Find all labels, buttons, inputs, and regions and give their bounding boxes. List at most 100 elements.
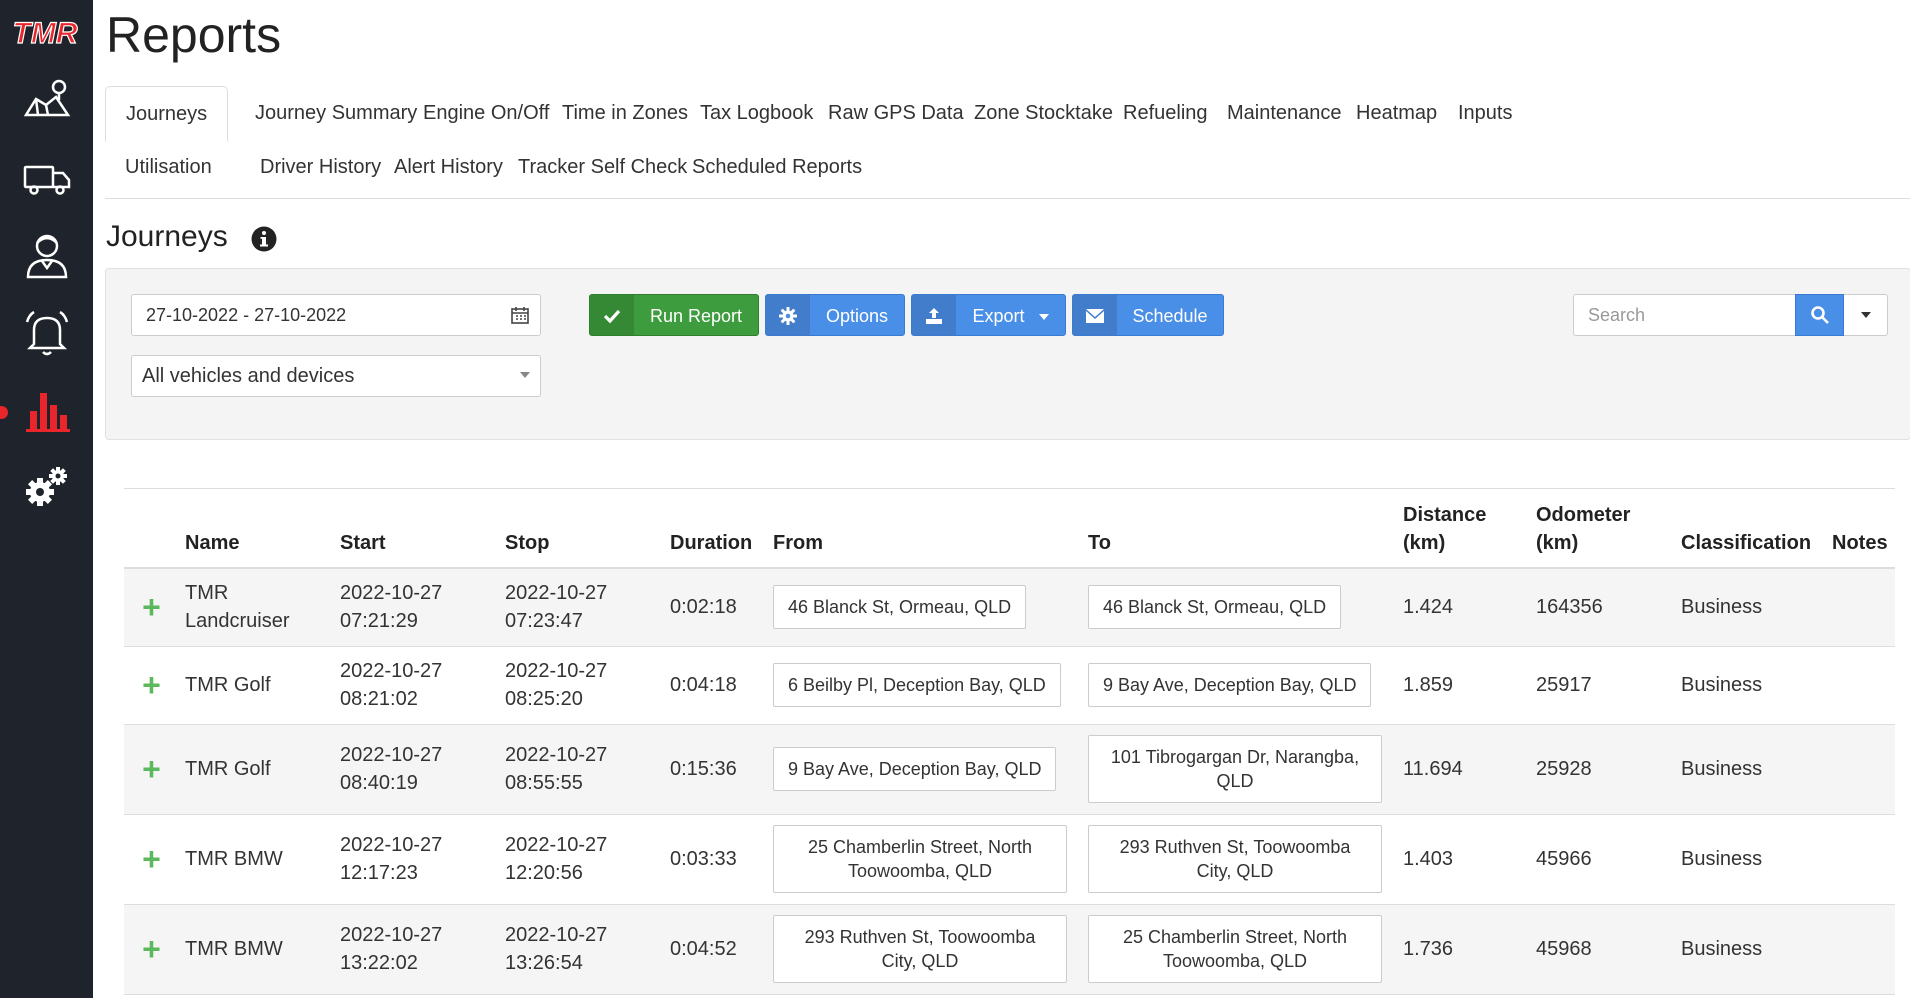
to-address[interactable]: 293 Ruthven St, Toowoomba City, QLD bbox=[1088, 825, 1382, 893]
search-icon bbox=[1810, 306, 1829, 324]
cell-notes[interactable] bbox=[1826, 568, 1895, 647]
start-time: 08:40:19 bbox=[340, 772, 418, 794]
driver-icon bbox=[26, 234, 67, 279]
truck-icon bbox=[23, 165, 70, 195]
cell-classification[interactable]: Business bbox=[1675, 646, 1826, 725]
cell-duration: 0:02:18 bbox=[664, 568, 767, 647]
cell-notes[interactable] bbox=[1826, 724, 1895, 815]
sidebar-item-map[interactable] bbox=[0, 65, 93, 135]
cell-classification[interactable]: Business bbox=[1675, 814, 1826, 905]
table-row: + TMR Landcruiser 2022-10-27 07:21:29 202… bbox=[124, 568, 1895, 647]
cell-classification[interactable]: Business bbox=[1675, 568, 1826, 647]
expand-row-icon[interactable]: + bbox=[124, 724, 179, 815]
sidebar-item-settings[interactable] bbox=[0, 452, 93, 522]
sidebar-item-alerts[interactable] bbox=[0, 298, 93, 368]
stop-date: 2022-10-27 bbox=[505, 744, 608, 766]
gears-icon bbox=[25, 467, 67, 506]
export-button[interactable]: Export bbox=[911, 294, 1066, 336]
start-time: 13:22:02 bbox=[340, 952, 418, 974]
tmr-logo[interactable]: TMR bbox=[4, 12, 86, 54]
start-date: 2022-10-27 bbox=[340, 660, 443, 682]
header-odometer[interactable]: Odometer (km) bbox=[1530, 488, 1675, 569]
date-range-input[interactable]: 27-10-2022 - 27-10-2022 bbox=[131, 294, 541, 336]
from-address[interactable]: 6 Beilby Pl, Deception Bay, QLD bbox=[773, 663, 1061, 707]
map-pin-icon bbox=[23, 79, 70, 117]
main-content: Reports Journeys Journey Summary Engine … bbox=[93, 0, 1910, 998]
sidebar-item-drivers[interactable] bbox=[0, 220, 93, 290]
cell-to: 101 Tibrogargan Dr, Narangba, QLD bbox=[1082, 724, 1397, 815]
header-classification[interactable]: Classification bbox=[1675, 488, 1826, 569]
cell-distance: 1.424 bbox=[1397, 568, 1530, 647]
cell-classification[interactable]: Business bbox=[1675, 904, 1826, 995]
header-odometer-line2: (km) bbox=[1536, 532, 1579, 554]
cell-odometer: 25917 bbox=[1530, 646, 1675, 725]
cell-stop: 2022-10-27 08:55:55 bbox=[499, 724, 664, 815]
cell-distance: 1.859 bbox=[1397, 646, 1530, 725]
from-address[interactable]: 9 Bay Ave, Deception Bay, QLD bbox=[773, 747, 1057, 791]
to-address[interactable]: 101 Tibrogargan Dr, Narangba, QLD bbox=[1088, 735, 1382, 803]
cell-classification[interactable]: Business bbox=[1675, 724, 1826, 815]
cell-to: 25 Chamberlin Street, North Toowoomba, Q… bbox=[1082, 904, 1397, 995]
filter-panel: 27-10-2022 - 27-10-2022 All vehicles and… bbox=[105, 268, 1910, 440]
tab-inputs[interactable]: Inputs bbox=[1438, 86, 1532, 140]
cell-name: TMR BMW bbox=[179, 904, 334, 995]
cell-notes[interactable] bbox=[1826, 814, 1895, 905]
stop-time: 12:20:56 bbox=[505, 862, 583, 884]
cell-stop: 2022-10-27 13:26:54 bbox=[499, 904, 664, 995]
calendar-icon bbox=[511, 307, 529, 324]
expand-row-icon[interactable]: + bbox=[124, 568, 179, 647]
bar-chart-icon bbox=[25, 393, 70, 432]
header-from[interactable]: From bbox=[767, 488, 1082, 569]
sidebar-item-reports[interactable] bbox=[0, 375, 93, 445]
cell-stop: 2022-10-27 12:20:56 bbox=[499, 814, 664, 905]
cell-to: 46 Blanck St, Ormeau, QLD bbox=[1082, 568, 1397, 647]
search-button[interactable] bbox=[1795, 294, 1844, 336]
header-name[interactable]: Name bbox=[179, 488, 334, 569]
search-options-dropdown[interactable] bbox=[1844, 294, 1888, 336]
options-button[interactable]: Options bbox=[765, 294, 905, 336]
header-notes[interactable]: Notes bbox=[1826, 488, 1895, 569]
header-start[interactable]: Start bbox=[334, 488, 499, 569]
cell-from: 6 Beilby Pl, Deception Bay, QLD bbox=[767, 646, 1082, 725]
expand-row-icon[interactable]: + bbox=[124, 904, 179, 995]
table-row: + TMR BMW 2022-10-27 12:17:23 2022-10-27 1… bbox=[124, 814, 1895, 905]
cell-notes[interactable] bbox=[1826, 904, 1895, 995]
run-report-button[interactable]: Run Report bbox=[589, 294, 759, 336]
from-address[interactable]: 293 Ruthven St, Toowoomba City, QLD bbox=[773, 915, 1067, 983]
schedule-button[interactable]: Schedule bbox=[1072, 294, 1224, 336]
cell-from: 25 Chamberlin Street, North Toowoomba, Q… bbox=[767, 814, 1082, 905]
cell-distance: 11.694 bbox=[1397, 724, 1530, 815]
to-address[interactable]: 9 Bay Ave, Deception Bay, QLD bbox=[1088, 663, 1372, 707]
options-label: Options bbox=[825, 306, 889, 326]
header-stop[interactable]: Stop bbox=[499, 488, 664, 569]
header-to[interactable]: To bbox=[1082, 488, 1397, 569]
header-odometer-line1: Odometer bbox=[1536, 504, 1631, 526]
header-distance[interactable]: Distance (km) bbox=[1397, 488, 1530, 569]
from-address[interactable]: 25 Chamberlin Street, North Toowoomba, Q… bbox=[773, 825, 1067, 893]
cell-duration: 0:15:36 bbox=[664, 724, 767, 815]
to-address[interactable]: 46 Blanck St, Ormeau, QLD bbox=[1088, 585, 1342, 630]
sidebar-item-vehicles[interactable] bbox=[0, 143, 93, 213]
stop-date: 2022-10-27 bbox=[505, 834, 608, 856]
from-address[interactable]: 46 Blanck St, Ormeau, QLD bbox=[773, 585, 1027, 630]
stop-time: 13:26:54 bbox=[505, 952, 583, 974]
tab-scheduled-reports[interactable]: Scheduled Reports bbox=[672, 140, 882, 194]
tab-utilisation[interactable]: Utilisation bbox=[105, 140, 232, 194]
to-address[interactable]: 25 Chamberlin Street, North Toowoomba, Q… bbox=[1088, 915, 1382, 983]
expand-row-icon[interactable]: + bbox=[124, 646, 179, 725]
vehicle-select[interactable]: All vehicles and devices bbox=[131, 355, 541, 397]
start-date: 2022-10-27 bbox=[340, 744, 443, 766]
header-duration[interactable]: Duration bbox=[664, 488, 767, 569]
active-indicator bbox=[0, 406, 8, 419]
cell-notes[interactable] bbox=[1826, 646, 1895, 725]
cell-odometer: 45968 bbox=[1530, 904, 1675, 995]
tab-journeys[interactable]: Journeys bbox=[105, 86, 229, 142]
search-input[interactable] bbox=[1573, 294, 1795, 336]
chevron-down-icon bbox=[1860, 312, 1871, 318]
cell-start: 2022-10-27 07:21:29 bbox=[334, 568, 499, 647]
info-icon[interactable] bbox=[251, 226, 277, 252]
start-time: 12:17:23 bbox=[340, 862, 418, 884]
stop-time: 08:55:55 bbox=[505, 772, 583, 794]
stop-date: 2022-10-27 bbox=[505, 582, 608, 605]
expand-row-icon[interactable]: + bbox=[124, 814, 179, 905]
